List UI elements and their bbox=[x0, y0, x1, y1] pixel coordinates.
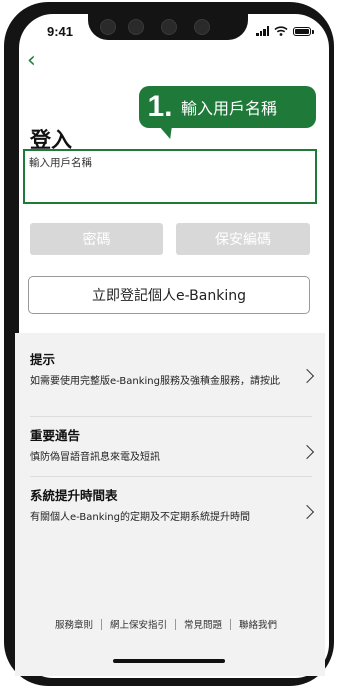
chevron-right-icon bbox=[299, 504, 315, 520]
info-body: 慎防偽冒語音訊息來電及短訊 bbox=[30, 452, 160, 463]
battery-icon bbox=[293, 27, 314, 36]
footer-links: 服務章則 網上保安指引 常見問題 聯絡我們 bbox=[55, 617, 277, 631]
footer-link-terms[interactable]: 服務章則 bbox=[55, 617, 93, 631]
camera-dot bbox=[100, 19, 116, 35]
status-icons bbox=[256, 26, 314, 36]
username-label: 輸入用戶名稱 bbox=[29, 157, 92, 169]
info-body: 如需要使用完整版e-Banking服務及強積金服務，請按此 bbox=[30, 376, 280, 387]
sensor-dot bbox=[128, 19, 144, 35]
register-ebanking-button[interactable]: 立即登記個人e-Banking bbox=[28, 276, 310, 314]
divider bbox=[30, 476, 312, 477]
info-item-tips[interactable]: 提示 如需要使用完整版e-Banking服務及強積金服務，請按此 bbox=[30, 349, 315, 390]
sensor-dot bbox=[194, 19, 210, 35]
home-indicator bbox=[113, 659, 225, 663]
footer-link-faq[interactable]: 常見問題 bbox=[184, 617, 222, 631]
footer-separator bbox=[230, 618, 232, 630]
info-item-notice[interactable]: 重要通告 慎防偽冒語音訊息來電及短訊 bbox=[30, 425, 315, 466]
step-callout: 1. 輸入用戶名稱 bbox=[139, 86, 316, 128]
signal-icon bbox=[256, 26, 269, 36]
callout-step-number: 1. bbox=[147, 90, 173, 123]
back-chevron-icon[interactable]: ‹ bbox=[27, 50, 41, 72]
chevron-right-icon bbox=[299, 368, 315, 384]
footer-separator bbox=[101, 618, 103, 630]
info-title: 重要通告 bbox=[30, 428, 81, 443]
chevron-right-icon bbox=[299, 444, 315, 460]
sensor-dot bbox=[161, 19, 177, 35]
password-button[interactable]: 密碼 bbox=[30, 223, 163, 255]
info-body: 有關個人e-Banking的定期及不定期系統提升時間 bbox=[30, 512, 250, 523]
info-title: 系統提升時間表 bbox=[30, 488, 118, 503]
callout-text: 輸入用戶名稱 bbox=[181, 99, 278, 118]
footer-separator bbox=[175, 618, 177, 630]
username-input[interactable]: 輸入用戶名稱 bbox=[23, 149, 317, 204]
footer-link-security-guide[interactable]: 網上保安指引 bbox=[110, 617, 167, 631]
notch bbox=[88, 12, 248, 40]
info-item-maintenance[interactable]: 系統提升時間表 有關個人e-Banking的定期及不定期系統提升時間 bbox=[30, 485, 315, 526]
security-code-button[interactable]: 保安編碼 bbox=[176, 223, 310, 255]
status-time: 9:41 bbox=[47, 24, 74, 39]
info-title: 提示 bbox=[30, 352, 56, 367]
footer-link-contact[interactable]: 聯絡我們 bbox=[239, 617, 277, 631]
divider bbox=[30, 416, 312, 417]
wifi-icon bbox=[274, 26, 288, 36]
